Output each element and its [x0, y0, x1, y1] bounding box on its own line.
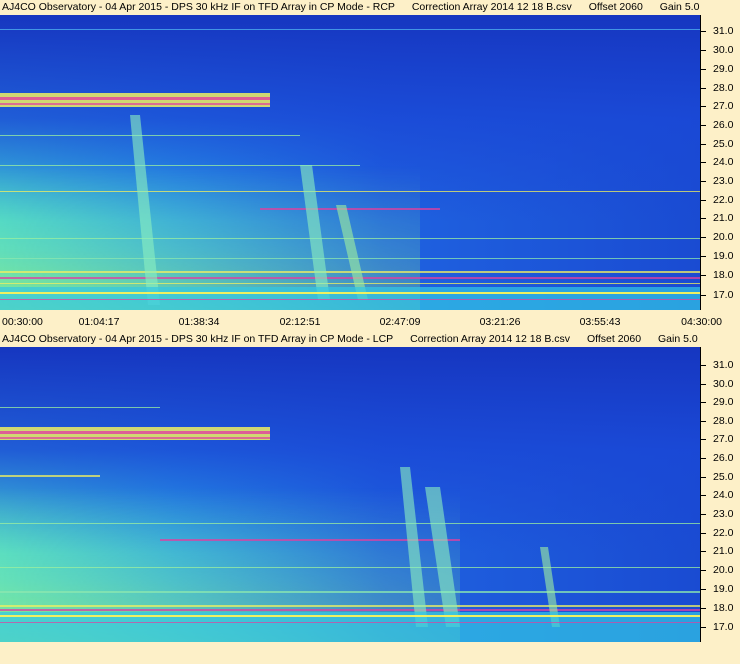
x-tick-label: 02:47:09	[379, 316, 421, 328]
y-tick-label: 22.0	[713, 194, 734, 206]
title-text: AJ4CO Observatory - 04 Apr 2015 - DPS 30…	[2, 333, 394, 345]
gain-label: Gain 5.0	[657, 333, 698, 345]
y-tick-label: 22.0	[713, 527, 734, 539]
panel-title-rcp: AJ4CO Observatory - 04 Apr 2015 - DPS 30…	[0, 0, 700, 15]
spectrogram-lcp	[0, 347, 700, 642]
y-tick-label: 18.0	[713, 269, 734, 281]
correction-array-label: Correction Array 2014 12 18 B.csv	[410, 333, 571, 345]
title-text: AJ4CO Observatory - 04 Apr 2015 - DPS 30…	[2, 1, 395, 13]
y-tick-label: 30.0	[713, 378, 734, 390]
frequency-axis-lcp: 31.0 30.0 29.0 28.0 27.0 26.0 25.0 24.0 …	[700, 347, 740, 642]
x-tick-label: 04:30:00	[681, 316, 722, 328]
y-tick-label: 20.0	[713, 564, 734, 576]
offset-label: Offset 2060	[588, 1, 643, 13]
y-tick-label: 20.0	[713, 231, 734, 243]
x-tick-label: 03:55:43	[579, 316, 621, 328]
y-tick-label: 27.0	[713, 100, 734, 112]
y-tick-label: 19.0	[713, 250, 734, 262]
y-tick-label: 23.0	[713, 175, 734, 187]
y-tick-label: 26.0	[713, 452, 734, 464]
y-tick-label: 25.0	[713, 138, 734, 150]
x-tick-label: 02:12:51	[279, 316, 321, 328]
frequency-axis-rcp: 31.0 30.0 29.0 28.0 27.0 26.0 25.0 24.0 …	[700, 15, 740, 310]
y-tick-label: 21.0	[713, 545, 734, 557]
panel-title-lcp: AJ4CO Observatory - 04 Apr 2015 - DPS 30…	[0, 332, 700, 347]
x-tick-label: 01:38:34	[178, 316, 220, 328]
y-tick-label: 23.0	[713, 508, 734, 520]
y-tick-label: 28.0	[713, 82, 734, 94]
x-tick-label: 00:30:00	[2, 316, 43, 328]
y-tick-label: 25.0	[713, 471, 734, 483]
y-tick-label: 24.0	[713, 156, 734, 168]
y-tick-label: 30.0	[713, 44, 734, 56]
time-axis: 00:30:00 01:04:17 01:38:34 02:12:51 02:4…	[0, 315, 740, 330]
y-tick-label: 17.0	[713, 289, 734, 301]
offset-label: Offset 2060	[586, 333, 642, 345]
correction-array-label: Correction Array 2014 12 18 B.csv	[411, 1, 572, 13]
x-tick-label: 01:04:17	[78, 316, 120, 328]
y-tick-label: 19.0	[713, 583, 734, 595]
y-tick-label: 17.0	[713, 621, 734, 633]
y-tick-label: 27.0	[713, 433, 734, 445]
y-tick-label: 24.0	[713, 489, 734, 501]
y-tick-label: 29.0	[713, 396, 734, 408]
y-tick-label: 29.0	[713, 63, 734, 75]
gain-label: Gain 5.0	[659, 1, 700, 13]
y-tick-label: 26.0	[713, 119, 734, 131]
y-tick-label: 21.0	[713, 212, 734, 224]
y-tick-label: 18.0	[713, 602, 734, 614]
y-tick-label: 31.0	[713, 25, 734, 37]
x-tick-label: 03:21:26	[479, 316, 521, 328]
y-tick-label: 28.0	[713, 415, 734, 427]
spectrogram-rcp	[0, 15, 700, 310]
y-tick-label: 31.0	[713, 359, 734, 371]
